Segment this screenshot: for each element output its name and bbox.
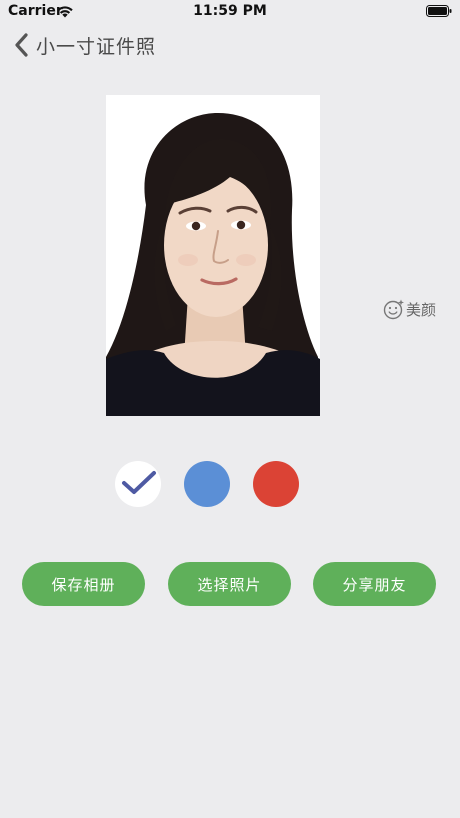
id-photo [106, 95, 320, 416]
share-friends-button[interactable]: 分享朋友 [313, 562, 436, 606]
status-time: 11:59 PM [193, 3, 267, 19]
chevron-left-icon [15, 33, 28, 57]
choose-photo-button[interactable]: 选择照片 [168, 562, 291, 606]
checkmark-icon [122, 471, 156, 494]
page-title: 小一寸证件照 [36, 35, 157, 58]
smiley-sparkle-icon [383, 299, 404, 320]
save-to-album-button[interactable]: 保存相册 [22, 562, 145, 606]
background-blue-swatch[interactable] [184, 461, 230, 507]
status-bar: Carrier 11:59 PM [0, 0, 460, 24]
background-white-swatch[interactable] [115, 461, 161, 507]
battery-icon [426, 5, 452, 17]
nav-bar: 小一寸证件照 [0, 24, 460, 66]
beauty-button[interactable]: 美颜 [383, 297, 436, 321]
beauty-label: 美颜 [406, 300, 437, 319]
back-button[interactable]: 小一寸证件照 [12, 28, 156, 62]
portrait-image [106, 95, 320, 416]
background-red-swatch[interactable] [253, 461, 299, 507]
